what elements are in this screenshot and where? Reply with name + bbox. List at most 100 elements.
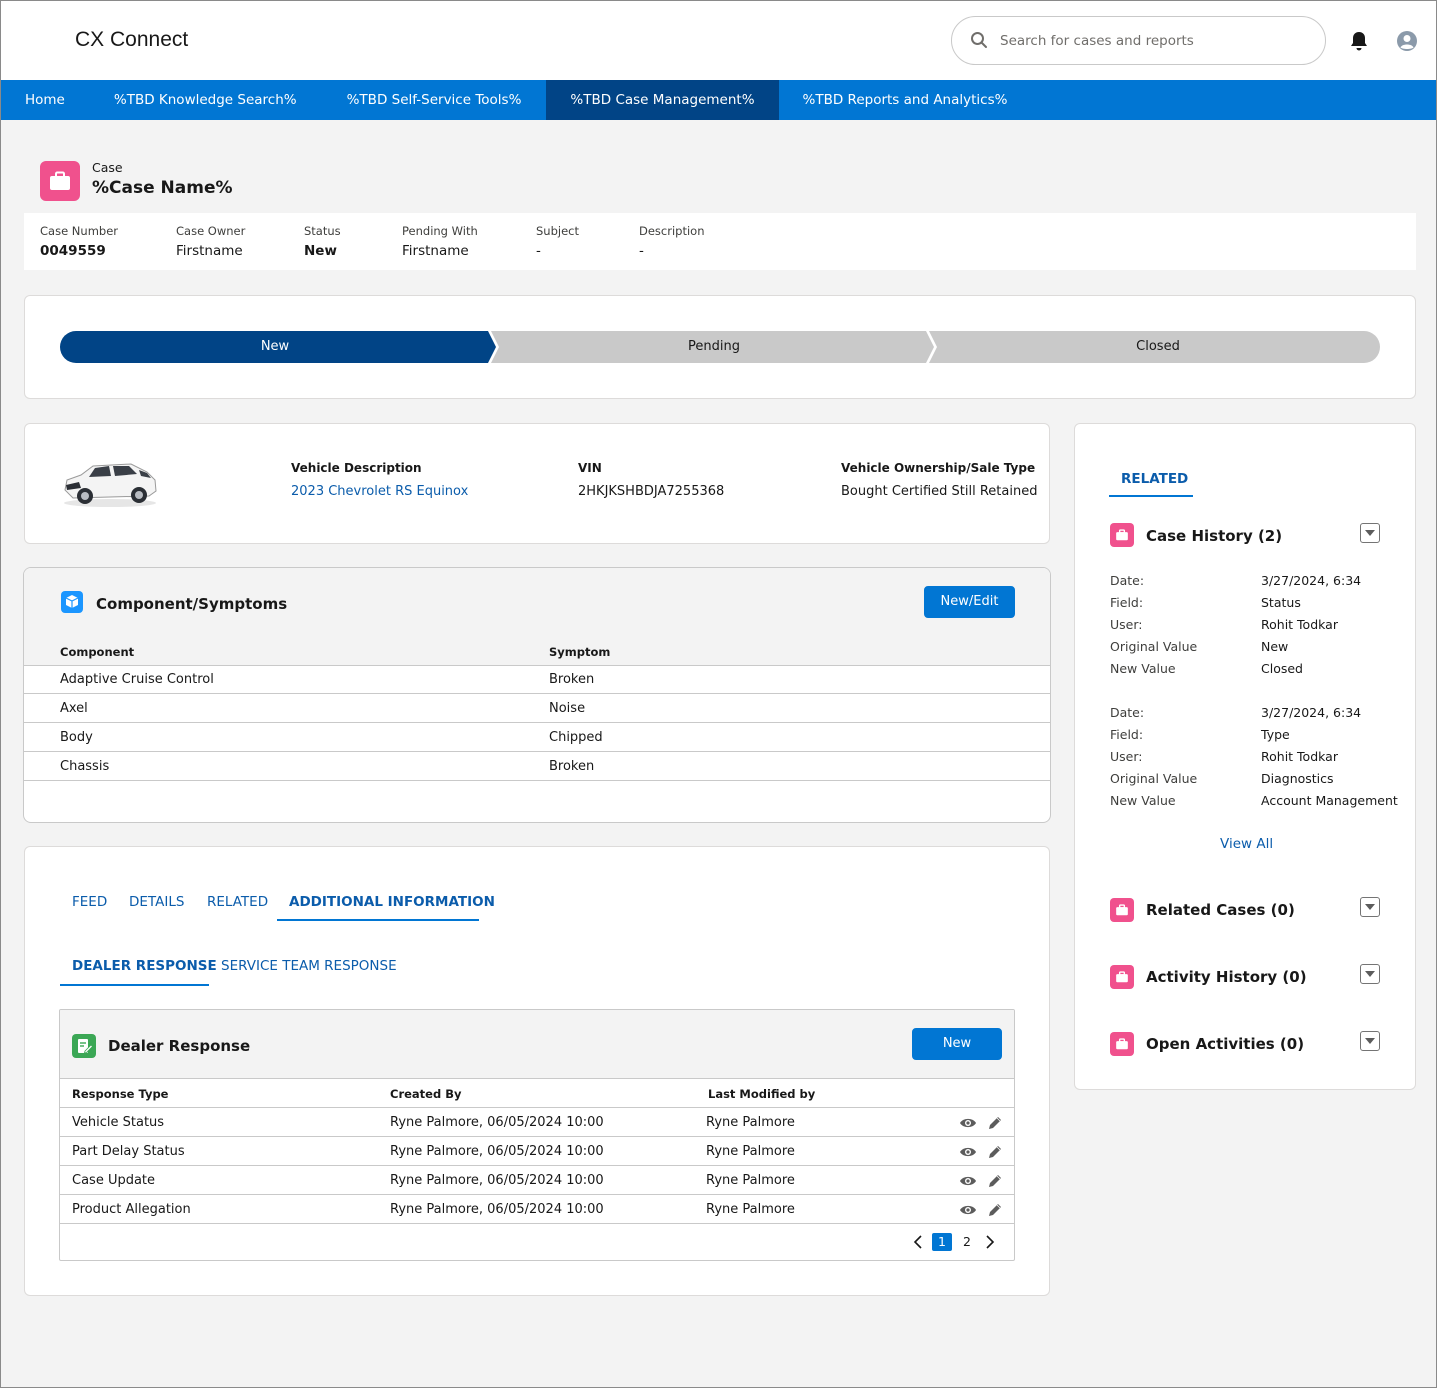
eye-icon[interactable] (959, 1116, 977, 1130)
page-2-button[interactable]: 2 (957, 1233, 977, 1251)
table-cell-created-by: Ryne Palmore, 06/05/2024 10:00 (390, 1173, 604, 1188)
pencil-icon[interactable] (987, 1173, 1003, 1189)
status-path: New Pending Closed (60, 331, 1380, 363)
chevron-left-icon[interactable] (913, 1235, 923, 1249)
divider (24, 751, 1050, 752)
active-tab-indicator (1109, 495, 1193, 497)
history-user-link[interactable]: Rohit Todkar (1261, 749, 1338, 764)
eye-icon[interactable] (959, 1203, 977, 1217)
related-cases-menu-button[interactable] (1360, 897, 1380, 917)
nav-item-home[interactable]: Home (1, 80, 89, 120)
field-description: Description - (639, 224, 705, 259)
pencil-icon[interactable] (987, 1115, 1003, 1131)
vehicle-description-link[interactable]: 2023 Chevrolet RS Equinox (291, 484, 468, 499)
divider (24, 693, 1050, 694)
vin-value: 2HKJKSHBDJA7255368 (578, 484, 725, 499)
record-type-label: Case (92, 160, 123, 175)
divider (60, 1136, 1014, 1137)
divider (60, 1223, 1014, 1224)
active-tab-indicator (277, 919, 479, 921)
path-step-pending[interactable]: Pending (496, 331, 932, 363)
field-case-number: Case Number 0049559 (40, 224, 118, 259)
nav-item-reports-analytics[interactable]: %TBD Reports and Analytics% (779, 80, 1032, 120)
field-value: Firstname (176, 243, 243, 259)
open-activities-title[interactable]: Open Activities (0) (1146, 1035, 1304, 1053)
pencil-icon[interactable] (987, 1144, 1003, 1160)
history-user-link[interactable]: Rohit Todkar (1261, 617, 1338, 632)
column-header-response-type: Response Type (72, 1087, 169, 1101)
history-date-label: Date: (1110, 705, 1145, 720)
table-cell-component: Chassis (60, 759, 110, 774)
cube-icon (61, 591, 83, 613)
related-cases-title[interactable]: Related Cases (0) (1146, 901, 1295, 919)
nav-item-case-management[interactable]: %TBD Case Management% (546, 80, 779, 120)
history-new-value: Closed (1261, 661, 1303, 676)
chevron-down-icon (1365, 1038, 1375, 1044)
bell-icon[interactable] (1349, 30, 1369, 52)
history-new-label: New Value (1110, 793, 1176, 808)
field-label: Subject (536, 224, 579, 238)
tab-related-sidebar[interactable]: RELATED (1121, 471, 1188, 487)
pencil-icon[interactable] (987, 1202, 1003, 1218)
chevron-down-icon (1365, 904, 1375, 910)
chevron-down-icon (1365, 971, 1375, 977)
page-title: %Case Name% (92, 178, 233, 198)
field-value: 0049559 (40, 243, 106, 259)
field-status: Status New (304, 224, 341, 259)
page-1-button[interactable]: 1 (932, 1233, 952, 1251)
user-avatar-icon[interactable] (1396, 30, 1418, 52)
app-title: CX Connect (75, 28, 189, 51)
table-cell-created-by: Ryne Palmore, 06/05/2024 10:00 (390, 1202, 604, 1217)
table-cell-created-by: Ryne Palmore, 06/05/2024 10:00 (390, 1115, 604, 1130)
table-cell-created-by: Ryne Palmore, 06/05/2024 10:00 (390, 1144, 604, 1159)
card-header (24, 568, 1050, 666)
eye-icon[interactable] (959, 1174, 977, 1188)
case-history-menu-button[interactable] (1360, 523, 1380, 543)
history-field-value: Type (1261, 727, 1290, 742)
path-step-closed[interactable]: Closed (936, 331, 1380, 363)
search-icon (971, 32, 987, 48)
field-label: Case Owner (176, 224, 246, 238)
tab-details[interactable]: DETAILS (129, 894, 184, 910)
tab-service-team-response[interactable]: SERVICE TEAM RESPONSE (221, 958, 397, 974)
global-search[interactable] (951, 16, 1326, 65)
document-edit-icon (72, 1034, 96, 1058)
vin-label: VIN (578, 461, 602, 475)
case-history-title[interactable]: Case History (2) (1146, 527, 1282, 545)
view-all-link[interactable]: View All (1220, 836, 1273, 852)
divider (60, 1107, 1014, 1108)
table-cell-symptom: Broken (549, 672, 595, 687)
open-activities-menu-button[interactable] (1360, 1031, 1380, 1051)
divider (60, 1165, 1014, 1166)
main-nav: Home %TBD Knowledge Search% %TBD Self-Se… (1, 80, 1436, 120)
chevron-right-icon[interactable] (985, 1235, 995, 1249)
path-step-new[interactable]: New (60, 331, 490, 363)
tab-dealer-response[interactable]: DEALER RESPONSE (72, 958, 217, 974)
activity-history-menu-button[interactable] (1360, 964, 1380, 984)
card-title: Component/Symptoms (96, 595, 288, 613)
history-original-label: Original Value (1110, 771, 1198, 786)
global-header: CX Connect (1, 1, 1436, 80)
ownership-label: Vehicle Ownership/Sale Type (841, 461, 1036, 475)
field-value: Firstname (402, 243, 469, 259)
component-symptoms-card: Component/Symptoms New/Edit Component Sy… (23, 567, 1051, 823)
briefcase-icon (1110, 1032, 1134, 1056)
field-label: Status (304, 224, 341, 238)
table-cell-last-modified-by: Ryne Palmore (706, 1173, 795, 1188)
tab-additional-information[interactable]: ADDITIONAL INFORMATION (289, 894, 495, 910)
column-header-last-modified-by: Last Modified by (708, 1087, 816, 1101)
nav-item-self-service-tools[interactable]: %TBD Self-Service Tools% (322, 80, 547, 120)
table-cell-symptom: Broken (549, 759, 595, 774)
new-edit-button[interactable]: New/Edit (924, 586, 1015, 618)
history-date-label: Date: (1110, 573, 1145, 588)
activity-history-title[interactable]: Activity History (0) (1146, 968, 1307, 986)
tab-related[interactable]: RELATED (207, 894, 268, 910)
field-pending-with: Pending With Firstname (402, 224, 478, 259)
eye-icon[interactable] (959, 1145, 977, 1159)
search-input[interactable] (1000, 29, 1300, 53)
chevron-down-icon (1365, 530, 1375, 536)
new-dealer-response-button[interactable]: New (912, 1028, 1002, 1060)
history-date-value: 3/27/2024, 6:34 (1261, 705, 1362, 720)
tab-feed[interactable]: FEED (72, 894, 107, 910)
nav-item-knowledge-search[interactable]: %TBD Knowledge Search% (89, 80, 322, 120)
